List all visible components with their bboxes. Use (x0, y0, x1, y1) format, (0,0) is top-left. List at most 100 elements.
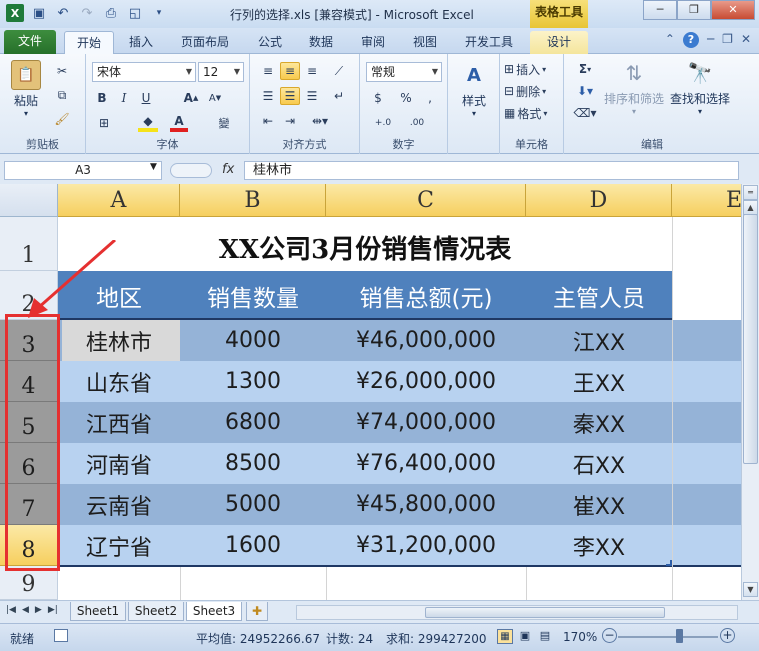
sheet-tab-sheet1[interactable]: Sheet1 (70, 602, 126, 621)
tab-formulas[interactable]: 公式 (250, 31, 290, 54)
font-name-combo[interactable]: 宋体 ▼ (92, 62, 196, 82)
header-quantity[interactable]: 销售数量 (180, 271, 326, 320)
insert-sheet-icon[interactable]: ✚ (246, 602, 268, 621)
first-sheet-icon[interactable]: |◀ (6, 605, 16, 615)
italic-button[interactable]: I (116, 89, 132, 107)
cell-c4[interactable]: ¥26,000,000 (326, 361, 526, 402)
cell-a4[interactable]: 山东省 (58, 361, 180, 402)
cell-a5[interactable]: 江西省 (58, 402, 180, 443)
fill-icon[interactable]: ⬇▾ (572, 82, 598, 100)
cell-a7[interactable]: 云南省 (58, 484, 180, 525)
select-all-corner[interactable] (0, 184, 58, 217)
cell-a8[interactable]: 辽宁省 (58, 525, 180, 566)
cell-a6[interactable]: 河南省 (58, 443, 180, 484)
column-header-d[interactable]: D (526, 184, 672, 217)
align-center-icon[interactable]: ☰ (280, 87, 300, 105)
last-sheet-icon[interactable]: ▶| (48, 605, 58, 615)
number-format-combo[interactable]: 常规 ▼ (366, 62, 442, 82)
cell-d8[interactable]: 李XX (526, 525, 672, 566)
align-bottom-icon[interactable]: ≡ (302, 62, 322, 80)
align-top-icon[interactable]: ≡ (258, 62, 278, 80)
horizontal-scrollbar[interactable] (296, 605, 738, 620)
percent-button[interactable]: % (396, 89, 416, 107)
column-header-a[interactable]: A (58, 184, 180, 217)
format-painter-icon[interactable]: 🖌 (52, 110, 72, 128)
restore-button[interactable]: ❐ (677, 0, 711, 20)
formula-bar-expand-icon[interactable] (170, 163, 212, 178)
shrink-font-icon[interactable]: A ▼ (206, 89, 224, 107)
header-manager[interactable]: 主管人员 (526, 271, 672, 320)
cell-a3[interactable]: 桂林市 (58, 320, 180, 361)
tab-file[interactable]: 文件 (4, 30, 56, 54)
tab-developer[interactable]: 开发工具 (456, 31, 522, 54)
next-sheet-icon[interactable]: ▶ (35, 605, 42, 615)
split-handle-icon[interactable]: ═ (743, 185, 758, 200)
insert-cells-button[interactable]: ⊞ 插入 ▾ (504, 60, 560, 78)
increase-indent-icon[interactable]: ⇥ (280, 112, 300, 130)
customize-qat-icon[interactable]: ▾ (150, 4, 168, 22)
help-icon[interactable]: ? (682, 32, 699, 48)
cell-b7[interactable]: 5000 (180, 484, 326, 525)
tab-home[interactable]: 开始 (64, 31, 114, 55)
row-header-9[interactable]: 9 (0, 566, 58, 600)
column-header-e[interactable]: E (672, 184, 741, 217)
bold-button[interactable]: B (94, 89, 110, 107)
cell-c8[interactable]: ¥31,200,000 (326, 525, 526, 566)
borders-icon[interactable]: ⊞ (94, 114, 114, 132)
redo-icon[interactable]: ↷ (78, 4, 96, 22)
currency-button[interactable]: $ (368, 89, 388, 107)
cell-c3[interactable]: ¥46,000,000 (326, 320, 526, 361)
close-button[interactable]: ✕ (711, 0, 755, 20)
doc-minimize-icon[interactable]: ─ (707, 32, 714, 48)
horizontal-scroll-thumb[interactable] (425, 607, 665, 618)
cell-b5[interactable]: 6800 (180, 402, 326, 443)
comma-button[interactable]: , (420, 89, 440, 107)
prev-sheet-icon[interactable]: ◀ (22, 605, 29, 615)
underline-button[interactable]: U (138, 89, 154, 107)
align-left-icon[interactable]: ☰ (258, 87, 278, 105)
zoom-slider-knob[interactable] (676, 629, 683, 643)
page-layout-view-icon[interactable]: ▣ (517, 629, 533, 644)
header-region[interactable]: 地区 (58, 271, 180, 320)
orientation-icon[interactable]: ⟋ (328, 62, 350, 80)
zoom-slider[interactable] (618, 636, 718, 638)
cell-d5[interactable]: 秦XX (526, 402, 672, 443)
decrease-indent-icon[interactable]: ⇤ (258, 112, 278, 130)
minimize-ribbon-icon[interactable]: ⌃ (665, 32, 675, 48)
tab-design[interactable]: 设计 (530, 31, 588, 54)
row-header-8[interactable]: 8 (0, 525, 58, 566)
column-header-b[interactable]: B (180, 184, 326, 217)
cell-b6[interactable]: 8500 (180, 443, 326, 484)
name-box[interactable]: A3 (4, 161, 162, 180)
font-color-icon[interactable]: A (170, 114, 188, 132)
cell-b3[interactable]: 4000 (180, 320, 326, 361)
delete-cells-button[interactable]: ⊟ 删除 ▾ (504, 82, 560, 100)
find-select-button[interactable]: 🔭 查找和选择 ▾ (668, 58, 732, 116)
row-header-1[interactable]: 1 (0, 217, 58, 271)
save-icon[interactable]: ▣ (30, 4, 48, 22)
cell-d4[interactable]: 王XX (526, 361, 672, 402)
merge-center-icon[interactable]: ⇹▾ (306, 112, 334, 130)
zoom-out-button[interactable]: − (602, 628, 617, 643)
row-header-2[interactable]: 2 (0, 271, 58, 320)
name-box-dropdown-icon[interactable]: ▼ (150, 162, 157, 172)
doc-close-icon[interactable]: ✕ (741, 32, 751, 48)
worksheet-grid[interactable]: A B C D E 1 2 3 4 5 6 7 8 9 XX公司3月份销售情况表… (0, 184, 741, 600)
tab-insert[interactable]: 插入 (120, 31, 162, 54)
undo-icon[interactable]: ↶ (54, 4, 72, 22)
decrease-decimal-button[interactable]: .00 (402, 114, 432, 132)
normal-view-icon[interactable]: ▦ (497, 629, 513, 644)
macro-record-icon[interactable] (54, 629, 68, 642)
column-header-c[interactable]: C (326, 184, 526, 217)
header-total[interactable]: 销售总额(元) (326, 271, 526, 320)
table-resize-handle[interactable] (666, 560, 672, 566)
tab-review[interactable]: 审阅 (352, 31, 394, 54)
cell-b4[interactable]: 1300 (180, 361, 326, 402)
cell-c7[interactable]: ¥45,800,000 (326, 484, 526, 525)
font-size-combo[interactable]: 12 ▼ (198, 62, 244, 82)
copy-icon[interactable]: ⧉ (52, 86, 72, 104)
wrap-text-icon[interactable]: ↵ (328, 87, 350, 105)
clear-icon[interactable]: ⌫▾ (572, 104, 598, 122)
align-right-icon[interactable]: ☰ (302, 87, 322, 105)
format-cells-button[interactable]: ▦ 格式 ▾ (504, 104, 560, 122)
